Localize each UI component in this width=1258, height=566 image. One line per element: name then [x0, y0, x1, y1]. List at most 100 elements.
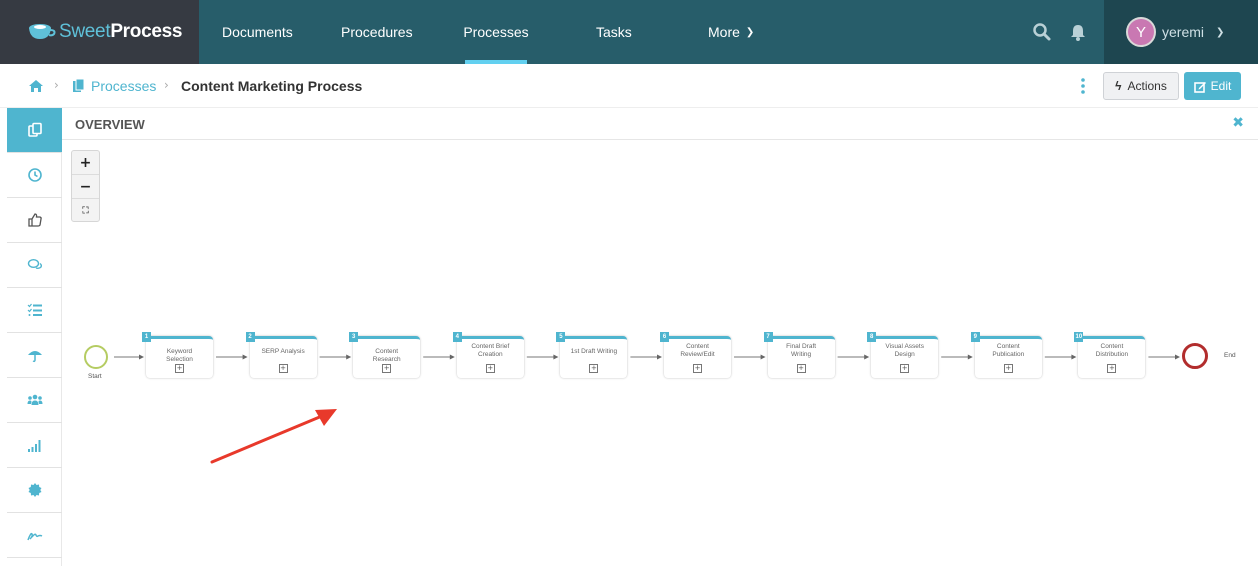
end-node[interactable]: [1182, 343, 1208, 369]
signal-icon: [27, 440, 40, 452]
zoom-controls: + − ⛶: [71, 150, 100, 222]
nav-procedures[interactable]: Procedures: [341, 0, 413, 64]
expand-icon[interactable]: +: [382, 364, 392, 373]
process-step[interactable]: 3 Content Research +: [349, 332, 421, 378]
process-step[interactable]: 5 1st Draft Writing +: [556, 332, 628, 378]
sidebar: [7, 108, 62, 566]
zoom-in-button[interactable]: +: [72, 151, 99, 175]
user-menu[interactable]: Y yeremi ❯: [1104, 0, 1258, 64]
breadcrumb-processes-link[interactable]: Processes: [91, 78, 156, 94]
umbrella-icon: [27, 351, 42, 363]
connector-arrowhead: [346, 354, 352, 360]
step-label: Keyword Selection: [166, 348, 193, 363]
start-node[interactable]: [84, 345, 108, 369]
nav-label: Tasks: [596, 24, 632, 40]
sidebar-item-policies[interactable]: [7, 333, 62, 378]
connector-arrowhead: [1071, 354, 1077, 360]
step-label: SERP Analysis: [261, 348, 305, 355]
connector-arrowhead: [967, 354, 973, 360]
sidebar-item-tasks[interactable]: [7, 288, 62, 333]
breadcrumb-separator: ›: [54, 78, 59, 92]
step-label: Content Brief Creation: [471, 343, 510, 358]
nav-more[interactable]: More ❯: [708, 0, 754, 64]
coffee-cup-icon: [29, 24, 56, 39]
step-label: Content Review/Edit: [680, 343, 715, 358]
zoom-out-button[interactable]: −: [72, 175, 99, 199]
close-icon[interactable]: ✖: [1232, 115, 1244, 131]
bell-icon[interactable]: [1068, 22, 1088, 42]
expand-icon[interactable]: +: [589, 364, 599, 373]
thumbs-up-icon: [27, 213, 42, 227]
expand-icon[interactable]: +: [175, 364, 184, 373]
users-icon: [27, 394, 42, 405]
step-label: 1st Draft Writing: [570, 348, 618, 355]
search-icon[interactable]: [1032, 22, 1052, 42]
chevron-down-icon: ❯: [745, 26, 755, 38]
sidebar-item-comments[interactable]: [7, 243, 62, 288]
nav-label: Procedures: [341, 24, 413, 40]
avatar: Y: [1126, 17, 1156, 47]
process-step[interactable]: 8 Visual Assets Design +: [867, 332, 939, 378]
fit-screen-button[interactable]: ⛶: [72, 199, 99, 223]
more-options-icon[interactable]: [1081, 77, 1085, 95]
signature-icon: [26, 532, 42, 541]
process-step[interactable]: 10 Content Distribution +: [1074, 332, 1146, 378]
expand-icon[interactable]: +: [1107, 364, 1117, 373]
step-number-badge: 4: [452, 332, 462, 342]
edit-button[interactable]: Edit: [1184, 72, 1241, 100]
step-number-badge: 8: [867, 332, 877, 342]
breadcrumb: › Processes › Content Marketing Process …: [0, 64, 1258, 108]
connector-arrowhead: [242, 354, 248, 360]
connector-arrowhead: [1175, 354, 1180, 360]
breadcrumb-current: Content Marketing Process: [181, 78, 363, 94]
expand-icon[interactable]: +: [693, 364, 702, 373]
annotation-arrow: [210, 409, 337, 464]
nav-processes[interactable]: Processes: [463, 0, 529, 64]
clock-icon: [27, 168, 42, 182]
sidebar-item-signoffs[interactable]: [7, 513, 62, 558]
brand-logo[interactable]: Sweet Process: [0, 0, 199, 64]
expand-icon[interactable]: +: [278, 364, 288, 373]
chevron-down-icon: ❯: [1216, 26, 1225, 38]
step-label: Content Research: [372, 348, 401, 363]
process-step[interactable]: 7 Final Draft Writing +: [763, 332, 835, 378]
step-label: Content Publication: [992, 343, 1025, 358]
sidebar-item-reports[interactable]: [7, 423, 62, 468]
nav-label: More: [708, 24, 740, 40]
connector-arrowhead: [657, 354, 662, 360]
badge-icon: [28, 483, 41, 497]
bolt-icon: ϟ: [1115, 79, 1122, 93]
expand-icon[interactable]: +: [900, 364, 910, 373]
connector-arrowhead: [449, 354, 455, 360]
actions-button[interactable]: ϟ Actions: [1103, 72, 1179, 100]
process-diagram: Start 1 Keyword Selection + 2 SERP Analysis +…: [62, 140, 1258, 566]
process-step[interactable]: 2 SERP Analysis +: [245, 332, 317, 378]
step-number-badge: 2: [245, 332, 255, 342]
sidebar-item-history[interactable]: [7, 153, 62, 198]
start-label: Start: [88, 373, 102, 380]
end-label: End: [1224, 352, 1236, 359]
step-label: Visual Assets Design: [885, 343, 924, 358]
nav-tasks[interactable]: Tasks: [596, 0, 632, 64]
step-number-badge: 7: [763, 332, 773, 342]
overview-header: OVERVIEW ✖: [62, 108, 1258, 140]
process-step[interactable]: 9 Content Publication +: [970, 332, 1042, 378]
connector-arrowhead: [139, 354, 144, 360]
nav-documents[interactable]: Documents: [222, 0, 293, 64]
sidebar-item-team[interactable]: [7, 378, 62, 423]
home-icon[interactable]: [28, 79, 44, 93]
process-step[interactable]: 1 Keyword Selection +: [142, 332, 213, 378]
sidebar-item-overview[interactable]: [7, 108, 62, 153]
nav-label: Processes: [463, 24, 529, 40]
expand-icon[interactable]: +: [796, 364, 806, 373]
process-step[interactable]: 4 Content Brief Creation +: [452, 332, 524, 378]
step-number-badge: 9: [970, 332, 980, 342]
sidebar-item-badges[interactable]: [7, 468, 62, 513]
step-number-badge: 3: [349, 332, 359, 342]
process-step[interactable]: 6 Content Review/Edit +: [660, 332, 731, 378]
breadcrumb-separator: ›: [164, 78, 169, 92]
sidebar-item-approvals[interactable]: [7, 198, 62, 243]
expand-icon[interactable]: +: [485, 364, 495, 373]
expand-icon[interactable]: +: [1003, 364, 1013, 373]
username: yeremi: [1162, 24, 1205, 40]
